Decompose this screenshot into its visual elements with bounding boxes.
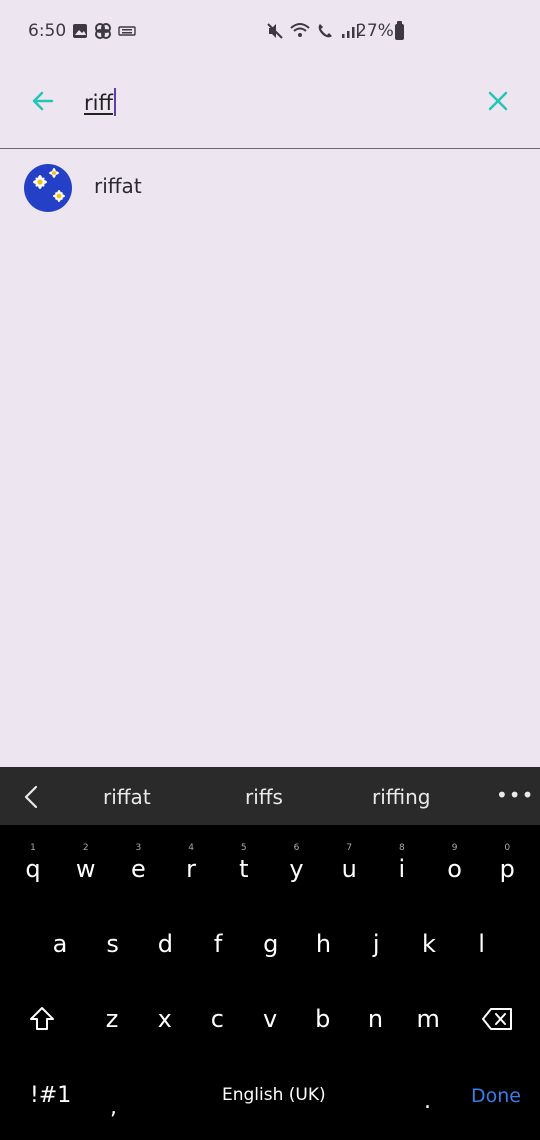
clear-icon[interactable] [484,87,512,115]
key-label: k [421,930,436,958]
status-right-icons [266,22,359,40]
shift-icon[interactable] [28,1005,56,1033]
key-label: w [75,855,96,883]
status-time: 6:50 [28,21,67,41]
key[interactable]: 7u [327,843,371,915]
mute-icon [267,23,283,39]
result-name: riffat [94,174,142,198]
key[interactable]: k [407,930,451,990]
done-key[interactable]: Done [471,1085,521,1107]
key-label: q [25,855,41,883]
key[interactable]: f [196,930,240,990]
key[interactable]: d [143,930,187,990]
key-label: i [398,855,406,883]
key-label: j [372,930,380,958]
key[interactable]: 6y [275,843,319,915]
key-label: c [210,1005,224,1033]
key[interactable]: v [248,1005,292,1065]
back-arrow-icon[interactable] [28,86,58,116]
chevron-left-icon[interactable] [22,784,40,810]
key[interactable]: j [354,930,398,990]
key-hint: 5 [240,843,247,853]
key-hint: 6 [293,843,300,853]
key[interactable]: b [301,1005,345,1065]
more-options-icon[interactable]: ••• [496,783,534,807]
gallery-icon [73,24,87,38]
key-label: o [447,855,462,883]
key[interactable]: g [249,930,293,990]
key[interactable]: 3e [116,843,160,915]
key[interactable]: x [143,1005,187,1065]
status-left-icons [72,22,136,40]
key-label: e [131,855,146,883]
search-divider [0,148,540,149]
key-hint: 0 [504,843,511,853]
key[interactable]: n [354,1005,398,1065]
key[interactable]: 4r [169,843,213,915]
key-label: m [416,1005,440,1033]
key-label: u [341,855,357,883]
key[interactable]: m [406,1005,450,1065]
key-hint: 3 [135,843,142,853]
key-hint: 4 [188,843,194,853]
key-hint: 2 [82,843,89,853]
key[interactable]: s [91,930,135,990]
symbols-key[interactable]: !#1 [30,1083,71,1108]
key-hint: 8 [399,843,405,853]
search-query-text: riff [84,91,113,115]
key[interactable]: z [90,1005,134,1065]
key-label: x [157,1005,172,1033]
text-cursor [113,88,116,116]
key[interactable]: c [195,1005,239,1065]
key-label: z [105,1005,119,1033]
key[interactable]: l [460,930,504,990]
key-label: r [186,855,197,883]
period-key[interactable]: . [424,1089,431,1114]
keyboard-icon [118,26,136,36]
search-result-item[interactable]: riffat [0,158,540,216]
avatar [24,164,72,212]
search-input[interactable]: riff [84,88,116,116]
key-label: s [106,930,119,958]
backspace-icon[interactable] [481,1007,513,1031]
key[interactable]: 8i [380,843,424,915]
battery-icon [395,21,404,40]
key[interactable]: a [38,930,82,990]
key-hint: 1 [30,843,36,853]
key-label: h [315,930,332,958]
space-key[interactable]: English (UK) [222,1085,326,1105]
key-label: l [478,930,485,958]
key-label: t [239,855,249,883]
comma-key[interactable]: , [110,1095,117,1120]
suggestion-3[interactable]: riffing [372,785,431,809]
key-hint: 7 [346,843,353,853]
key-label: a [52,930,68,958]
key-hint: 9 [451,843,458,853]
battery-level: 27% [356,21,394,41]
keyboard: riffat riffs riffing ••• 1q2w3e4r5t6y7u8… [0,767,540,1140]
key-label: f [213,930,223,958]
suggestion-2[interactable]: riffs [245,785,283,809]
key-label: y [289,855,304,883]
wifi-icon [290,23,310,37]
suggestion-bar: riffat riffs riffing ••• [0,767,540,825]
key-label: n [367,1005,384,1033]
key[interactable]: 2w [64,843,108,915]
key-label: d [157,930,173,958]
key[interactable]: 5t [222,843,266,915]
key[interactable]: 0p [485,843,529,915]
search-bar: riff [0,62,540,148]
key-label: v [262,1005,278,1033]
pinwheel-icon [95,23,111,39]
key-label: b [315,1005,331,1033]
status-bar: 6:50 27% [0,0,540,62]
suggestion-1[interactable]: riffat [103,785,151,809]
key-label: g [263,930,279,958]
daisy-avatar-icon [33,168,65,202]
key[interactable]: 9o [433,843,477,915]
wifi-calling-icon [318,24,332,38]
key[interactable]: 1q [11,843,55,915]
key-label: p [499,855,515,883]
key[interactable]: h [302,930,346,990]
